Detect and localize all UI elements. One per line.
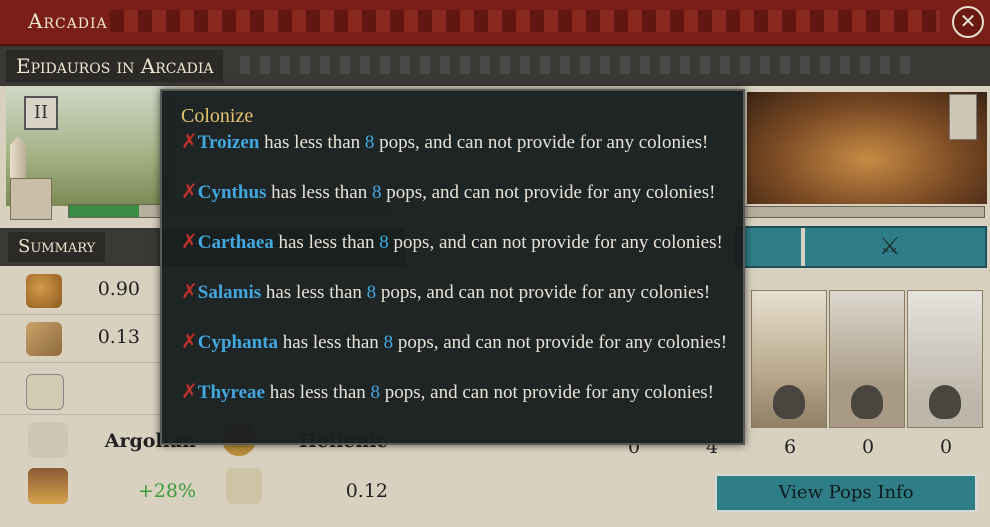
- city-subtitle: Epidauros in Arcadia: [6, 50, 224, 82]
- pop-count: 0: [939, 436, 953, 458]
- pop-count: 0: [861, 436, 875, 458]
- window-title-bar: Arcadia ✕: [0, 0, 990, 46]
- food-value: 0.90: [97, 278, 140, 300]
- city-rank-badge: II: [24, 96, 58, 130]
- pop-card-freemen[interactable]: [829, 290, 905, 428]
- pop-requirement: 8: [370, 382, 381, 403]
- freeman-portrait-icon: [851, 385, 883, 419]
- tooltip-tail-text: pops, and can not provide for any coloni…: [386, 182, 716, 203]
- tooltip-tail-text: pops, and can not provide for any coloni…: [384, 382, 715, 403]
- tooltip-middle-text: has less than: [265, 282, 362, 303]
- tooltip-tail-text: pops, and can not provide for any coloni…: [380, 282, 711, 303]
- right-progress-bar: [739, 206, 985, 218]
- city-name: Thyreae: [197, 382, 265, 403]
- city-name: Troizen: [197, 132, 260, 153]
- crossed-swords-icon[interactable]: ⚔: [879, 232, 901, 260]
- pop-requirement: 8: [379, 232, 389, 253]
- fail-x-icon: ✗: [181, 329, 198, 353]
- tooltip-item: ✗Carthaea has less than 8 pops, and can …: [181, 229, 731, 255]
- road-scroll-icon: [226, 468, 262, 504]
- title-bar-meander-decoration: [110, 10, 940, 32]
- tooltip-item: ✗Troizen has less than 8 pops, and can n…: [181, 129, 731, 155]
- statue-icon[interactable]: [949, 94, 977, 140]
- pop-requirement: 8: [364, 132, 375, 153]
- pop-card-slaves[interactable]: [907, 290, 983, 428]
- fail-x-icon: ✗: [181, 229, 198, 253]
- tooltip-item: ✗Salamis has less than 8 pops, and can n…: [181, 279, 731, 305]
- fail-x-icon: ✗: [181, 129, 198, 153]
- civic-temple-icon: [26, 374, 64, 410]
- pop-card-citizens[interactable]: [751, 290, 827, 428]
- growth-progress-fill: [69, 205, 140, 217]
- tab-divider: [801, 228, 805, 266]
- pop-count: 6: [783, 436, 797, 458]
- subtitle-bar: Epidauros in Arcadia: [0, 46, 990, 86]
- trade-goods-modifier: +28%: [137, 480, 196, 502]
- window-title: Arcadia: [28, 9, 108, 33]
- view-pops-info-button[interactable]: View Pops Info: [715, 474, 977, 512]
- tooltip-item: ✗Cyphanta has less than 8 pops, and can …: [181, 329, 731, 355]
- colonize-tooltip: Colonize ✗Troizen has less than 8 pops, …: [160, 89, 745, 445]
- city-name: Cyphanta: [197, 332, 279, 353]
- close-icon: ✕: [959, 9, 977, 33]
- pop-requirement: 8: [366, 282, 377, 303]
- tooltip-item: ✗Thyreae has less than 8 pops, and can n…: [181, 379, 731, 405]
- military-tab-bar[interactable]: ⚔: [735, 226, 987, 268]
- tooltip-tail-text: pops, and can not provide for any coloni…: [393, 232, 723, 253]
- tooltip-middle-text: has less than: [278, 232, 375, 253]
- pop-requirement: 8: [383, 332, 394, 353]
- slave-portrait-icon: [929, 385, 961, 419]
- fail-x-icon: ✗: [181, 379, 198, 403]
- tooltip-tail-text: pops, and can not provide for any coloni…: [397, 332, 728, 353]
- city-name: Cynthus: [197, 182, 267, 203]
- tooltip-middle-text: has less than: [269, 382, 366, 403]
- fail-x-icon: ✗: [181, 279, 198, 303]
- food-icon: [26, 274, 62, 308]
- city-name: Carthaea: [197, 232, 274, 253]
- summary-title: Summary: [8, 232, 106, 262]
- citizen-portrait-icon: [773, 385, 805, 419]
- tooltip-item: ✗Cynthus has less than 8 pops, and can n…: [181, 179, 731, 205]
- city-name: Salamis: [197, 282, 262, 303]
- road-value: 0.12: [345, 480, 388, 502]
- obelisk-icon: [10, 136, 26, 182]
- tooltip-tail-text: pops, and can not provide for any coloni…: [379, 132, 709, 153]
- commerce-value: 0.13: [97, 326, 140, 348]
- subtitle-meander-decoration: [240, 56, 920, 74]
- commerce-scroll-icon: [26, 322, 62, 356]
- temple-building-icon[interactable]: [10, 178, 52, 220]
- tooltip-middle-text: has less than: [264, 132, 361, 153]
- pop-requirement: 8: [371, 182, 382, 203]
- tooltip-middle-text: has less than: [282, 332, 379, 353]
- theater-masks-icon: [28, 422, 68, 458]
- tooltip-title: Colonize: [181, 105, 254, 127]
- fail-x-icon: ✗: [181, 179, 198, 203]
- tooltip-middle-text: has less than: [271, 182, 368, 203]
- trade-goods-icon: [28, 468, 68, 504]
- close-button[interactable]: ✕: [952, 6, 984, 38]
